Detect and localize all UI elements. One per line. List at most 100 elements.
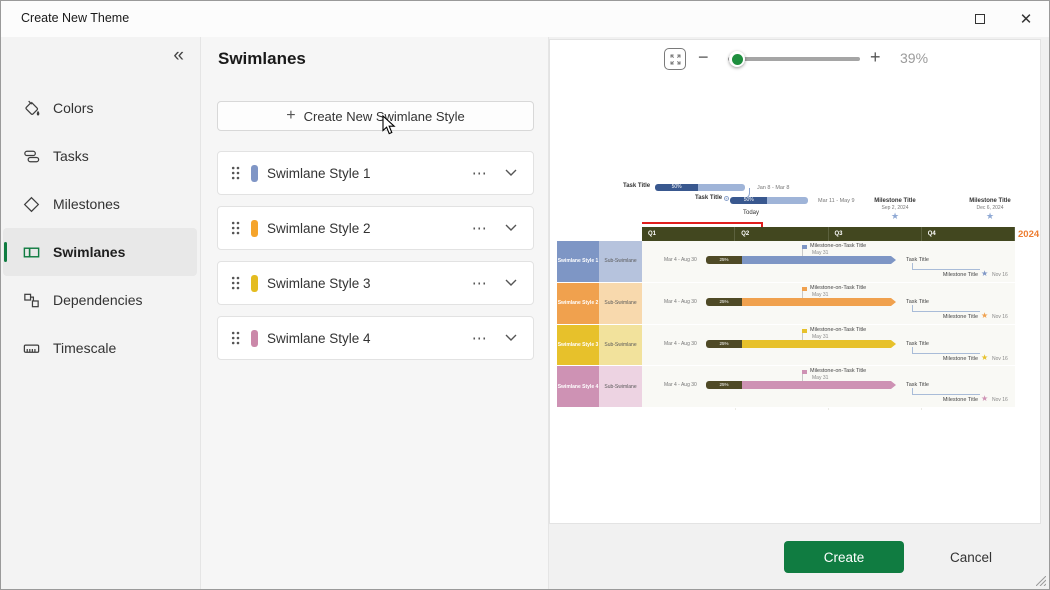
more-options-button[interactable]: ⋯ [463, 274, 497, 292]
swimlane-rows: Swimlane Style 1 Sub-Swimlane Milestone-… [557, 241, 1015, 408]
swimlane-row: Swimlane Style 2 Sub-Swimlane Milestone-… [557, 282, 1015, 325]
drag-handle-icon[interactable] [230, 275, 241, 291]
diamond-icon [21, 194, 41, 214]
fit-to-screen-icon [669, 53, 681, 65]
task-title-label: Task Title [623, 183, 651, 189]
drag-handle-icon[interactable] [230, 330, 241, 346]
maximize-button[interactable] [957, 1, 1003, 37]
collapse-sidebar-button[interactable]: « [173, 45, 184, 67]
milestone-connector [912, 388, 980, 396]
swimlane-row: Swimlane Style 4 Sub-Swimlane Milestone-… [557, 366, 1015, 408]
zoom-out-button[interactable]: − [698, 47, 709, 68]
today-label: Today [743, 210, 760, 216]
swimlane-style-label: Swimlane Style 3 [267, 275, 371, 291]
milestone-connector [912, 304, 980, 312]
cancel-button[interactable]: Cancel [921, 541, 1021, 573]
sidebar-item-label: Tasks [53, 148, 89, 164]
swimlane-name-cell: Swimlane Style 3 [557, 324, 599, 366]
task-dates: Jan 8 - Mar 8 [757, 185, 790, 191]
milestone-title: Milestone Title [942, 272, 978, 278]
drag-handle-icon[interactable] [230, 165, 241, 181]
swimlane-icon [21, 242, 41, 262]
swimlane-track: Milestone-on-Task Title May 31 Mar 4 - A… [642, 282, 1015, 324]
sidebar-item-label: Dependencies [53, 292, 143, 308]
milestone-date: Nov 16 [992, 272, 1008, 278]
sub-swimlane-cell: Sub-Swimlane [599, 282, 642, 324]
create-new-swimlane-style-label: Create New Swimlane Style [303, 108, 465, 124]
chevron-down-icon[interactable] [505, 169, 517, 177]
gantt-preview: Task Title 50% Jan 8 - Mar 8 + Task Titl… [557, 182, 1039, 410]
ruler-icon [21, 338, 41, 358]
task-dates: Mar 4 - Aug 30 [664, 382, 697, 389]
create-button[interactable]: Create [784, 541, 904, 573]
drag-handle-icon[interactable] [230, 220, 241, 236]
chevron-down-icon[interactable] [505, 224, 517, 232]
milestone-connector [912, 263, 980, 270]
more-options-button[interactable]: ⋯ [463, 219, 497, 237]
panel-title: Swimlanes [218, 49, 306, 68]
milestone-date: Nov 16 [992, 313, 1008, 320]
sidebar-item-tasks[interactable]: Tasks [3, 132, 197, 180]
sidebar-item-label: Milestones [53, 196, 120, 212]
task-dates: Mar 4 - Aug 30 [664, 298, 697, 305]
zoom-in-button[interactable]: + [870, 47, 881, 68]
zoom-slider[interactable] [728, 51, 860, 67]
milestone-on-task-title: Milestone-on-Task Title [810, 326, 867, 333]
titlebar: Create New Theme ✕ [1, 1, 1049, 37]
task-percent: 25% [706, 256, 742, 264]
plus-icon: + [286, 107, 296, 124]
swimlane-row: Swimlane Style 1 Sub-Swimlane Milestone-… [557, 241, 1015, 283]
milestone-on-task-flag-icon [802, 370, 807, 375]
milestone-on-task-title: Milestone-on-Task Title [810, 243, 867, 249]
maximize-icon [975, 14, 985, 24]
style-color-chip [251, 329, 258, 347]
create-new-swimlane-style-button[interactable]: + Create New Swimlane Style [217, 101, 534, 131]
window-title: Create New Theme [21, 11, 130, 25]
task-bar-arrow [891, 256, 896, 264]
create-new-theme-dialog: Create New Theme ✕ « Colors Tasks Milest… [0, 0, 1050, 590]
task-bar-arrow [891, 381, 896, 390]
zoom-slider-thumb[interactable] [729, 51, 746, 67]
milestone-date: Nov 16 [992, 355, 1008, 362]
swimlane-style-label: Swimlane Style 1 [267, 165, 371, 181]
sub-swimlane-cell: Sub-Swimlane [599, 241, 642, 282]
swimlane-style-row-2[interactable]: Swimlane Style 2 ⋯ [217, 206, 534, 250]
sidebar-item-timescale[interactable]: Timescale [3, 324, 197, 372]
swimlane-name-cell: Swimlane Style 4 [557, 366, 599, 407]
sidebar-item-swimlanes[interactable]: Swimlanes [3, 228, 197, 276]
quarter-label: Q4 [922, 227, 1015, 241]
milestone-on-task-title: Milestone-on-Task Title [810, 368, 867, 375]
quarter-label: Q1 [642, 227, 736, 241]
quarter-label: Q2 [735, 227, 829, 241]
resize-grip[interactable] [1036, 576, 1046, 586]
swimlane-style-row-3[interactable]: Swimlane Style 3 ⋯ [217, 261, 534, 305]
sidebar-item-colors[interactable]: Colors [3, 84, 197, 132]
milestone: Milestone Title Sep 2, 2024 ★ [852, 198, 938, 221]
close-button[interactable]: ✕ [1003, 1, 1049, 37]
milestone: Milestone Title Dec 6, 2024 ★ [947, 198, 1033, 221]
task-title-label: Task Title [695, 195, 723, 201]
chevron-down-icon[interactable] [505, 279, 517, 287]
sidebar-item-dependencies[interactable]: Dependencies [3, 276, 197, 324]
milestone-star-icon: ★ [981, 394, 989, 404]
swimlane-style-row-4[interactable]: Swimlane Style 4 ⋯ [217, 316, 534, 360]
dependency-icon [21, 290, 41, 310]
task-bar: 25% [706, 256, 896, 264]
selected-indicator [4, 242, 7, 262]
swimlane-style-row-1[interactable]: Swimlane Style 1 ⋯ [217, 151, 534, 195]
chevron-down-icon[interactable] [505, 334, 517, 342]
task-percent: 50% [730, 197, 768, 204]
milestone-star-icon: ★ [981, 352, 989, 362]
sidebar-item-milestones[interactable]: Milestones [3, 180, 197, 228]
milestone-title: Milestone Title [874, 198, 916, 204]
milestone-date: Nov 16 [992, 397, 1008, 404]
task-dates: Mar 4 - Aug 30 [664, 257, 697, 263]
fit-to-screen-button[interactable] [664, 48, 686, 70]
swimlane-name-cell: Swimlane Style 1 [557, 241, 599, 282]
swimlane-style-list: Swimlane Style 1 ⋯ Swimlane Style 2 ⋯ Sw… [217, 151, 534, 371]
more-options-button[interactable]: ⋯ [463, 164, 497, 182]
task-bar: 50% [655, 184, 745, 191]
task-bar: 50% [730, 197, 808, 204]
milestone-title: Milestone Title [942, 313, 978, 320]
more-options-button[interactable]: ⋯ [463, 329, 497, 347]
